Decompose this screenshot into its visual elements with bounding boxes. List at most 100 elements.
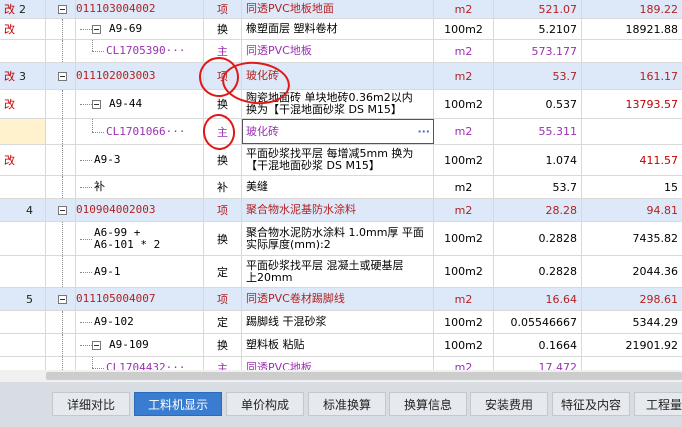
table-row[interactable]: 补 补 美缝 m2 53.7 15 [0,176,682,199]
tab-8[interactable]: 工程量 [634,392,682,416]
tab-7[interactable]: 特征及内容 [552,392,630,416]
flag-cell: 改2 [0,0,46,18]
unit-price-cell: 18921.88 [582,19,682,39]
unit-price-cell: 189.22 [582,0,682,18]
item-code: A9-44 [109,97,143,110]
tab-2[interactable]: 工料机显示 [134,392,222,416]
item-name-cell: 陶瓷地面砖 单块地砖0.36m2以内 换为【干混地面砂浆 DS M15】 [242,90,434,118]
unit: m2 [454,361,473,370]
code-cell: CL1704432··· [76,357,204,370]
quantity-cell: 0.05546667 [494,311,582,333]
ellipsis-icon[interactable]: ··· [417,125,433,138]
quantity-cell: 521.07 [494,0,582,18]
tree-cell [46,334,76,356]
table-row[interactable]: 改 2 011103004002 项 同透PVC地板地面 m2 521.07 189.22 [0,0,682,19]
table-row[interactable]: A6-99 + A6-101 * 2 换 聚合物水泥防水涂料 1.0mm厚 平面 实… [0,222,682,256]
item-type-cell: 项 [204,288,242,310]
quantity: 0.05546667 [510,315,577,329]
unit-cell: m2 [434,176,494,198]
table-row[interactable]: 改 A9-44 换 陶瓷地面砖 单块地砖0.36m2以内 换为【干混地面砂浆 DS M… [0,90,682,119]
tab-1[interactable]: 详细对比 [52,392,130,416]
quantity: 0.2828 [538,265,578,278]
table-row[interactable]: 5 011105004007 项 同透PVC卷材踢脚线 m2 16.64 298.61 [0,288,682,311]
table-row[interactable]: CL1701066··· 主 玻化砖 ··· m2 55.311 [0,119,682,145]
horizontal-scrollbar[interactable] [0,370,682,382]
table-row[interactable]: A9-102 定 踢脚线 干混砂浆 100m2 0.05546667 5344.29 [0,311,682,334]
tree-cell [46,176,76,198]
sequence-number: 2 [19,2,26,16]
unit-cell: m2 [434,199,494,221]
code-cell: 011102003003 [76,63,204,89]
unit: m2 [454,2,473,16]
change-flag: 改 [4,3,15,16]
quantity: 55.311 [538,125,578,138]
quantity-cell: 0.2828 [494,256,582,287]
item-name-cell: 同透PVC地板地面 [242,0,434,18]
unit-cell: 100m2 [434,90,494,118]
code-cell: 补 [76,176,204,198]
item-name-cell: 聚合物水泥基防水涂料 [242,199,434,221]
tree-line [62,334,63,356]
tree-cell [46,19,76,39]
code-cell: A9-102 [76,311,204,333]
flag-cell: 改 [0,90,46,118]
item-type-cell: 主 [204,40,242,62]
table-row[interactable]: 改 A9-69 换 橡塑面层 塑料卷材 100m2 5.2107 18921.88 [0,19,682,40]
item-type: 换 [217,232,228,246]
tree-line [62,40,63,62]
minus-box-icon[interactable] [92,99,101,109]
item-name: 陶瓷地面砖 单块地砖0.36m2以内 换为【干混地面砂浆 DS M15】 [246,91,413,116]
item-name: 同透PVC地板 [246,360,312,370]
tab-3[interactable]: 单价构成 [226,392,304,416]
minus-box-icon[interactable] [58,205,67,215]
unit: m2 [454,44,473,58]
unit-price: 411.57 [639,153,679,167]
unit-price-cell: 411.57 [582,145,682,175]
quantity-cell: 16.64 [494,288,582,310]
table-row[interactable]: 改 3 011102003003 项 玻化砖 m2 53.7 161.17 [0,63,682,90]
scrollbar-thumb[interactable] [46,372,682,380]
tree-branch [92,51,104,52]
tree-branch [80,345,92,346]
table-row[interactable]: A9-1 定 平面砂浆找平层 混凝土或硬基层 上20mm 100m2 0.2828 204… [0,256,682,288]
code-cell: A6-99 + A6-101 * 2 [76,222,204,255]
table-row[interactable]: 4 010904002003 项 聚合物水泥基防水涂料 m2 28.28 94.81 [0,199,682,222]
quantity: 1.074 [545,153,578,167]
item-code: A9-109 [109,338,149,351]
tab-4[interactable]: 标准换算 [308,392,386,416]
table-row[interactable]: 改 A9-3 换 平面砂浆找平层 每增减5mm 换为 【干混地面砂浆 DS M15】 1… [0,145,682,176]
minus-box-icon[interactable] [92,340,101,350]
minus-box-icon[interactable] [92,24,101,34]
table-row[interactable]: CL1704432··· 主 同透PVC地板 m2 17.472 [0,357,682,370]
item-type-cell: 换 [204,19,242,39]
item-type-cell: 换 [204,222,242,255]
unit: m2 [454,203,473,217]
code-cell: 011105004007 [76,288,204,310]
unit: 100m2 [444,315,483,329]
quantity: 28.28 [545,203,578,217]
minus-box-icon[interactable] [58,294,67,304]
tab-5[interactable]: 换算信息 [389,392,467,416]
quantity: 53.7 [552,69,578,83]
item-type: 换 [217,339,228,352]
quantity-cell: 28.28 [494,199,582,221]
quantity: 53.7 [552,180,578,194]
tree-line [92,40,93,51]
tree-line [62,256,63,287]
tab-6[interactable]: 安装费用 [470,392,548,416]
minus-box-icon[interactable] [58,4,67,14]
flag-cell [0,334,46,356]
item-code: A9-102 [94,315,134,328]
minus-box-icon[interactable] [58,71,67,81]
quantity: 0.1664 [538,338,578,352]
unit-price-cell: 161.17 [582,63,682,89]
tree-line [62,176,63,198]
table-row[interactable]: CL1705390··· 主 同透PVC地板 m2 573.177 [0,40,682,63]
item-code: CL1705390··· [106,44,186,57]
unit-price-cell [582,40,682,62]
item-name-cell: 平面砂浆找平层 每增减5mm 换为 【干混地面砂浆 DS M15】 [242,145,434,175]
item-type: 换 [217,154,228,167]
quantity: 0.2828 [538,232,578,245]
table-row[interactable]: A9-109 换 塑料板 粘贴 100m2 0.1664 21901.92 [0,334,682,357]
quantity: 573.177 [531,44,578,58]
